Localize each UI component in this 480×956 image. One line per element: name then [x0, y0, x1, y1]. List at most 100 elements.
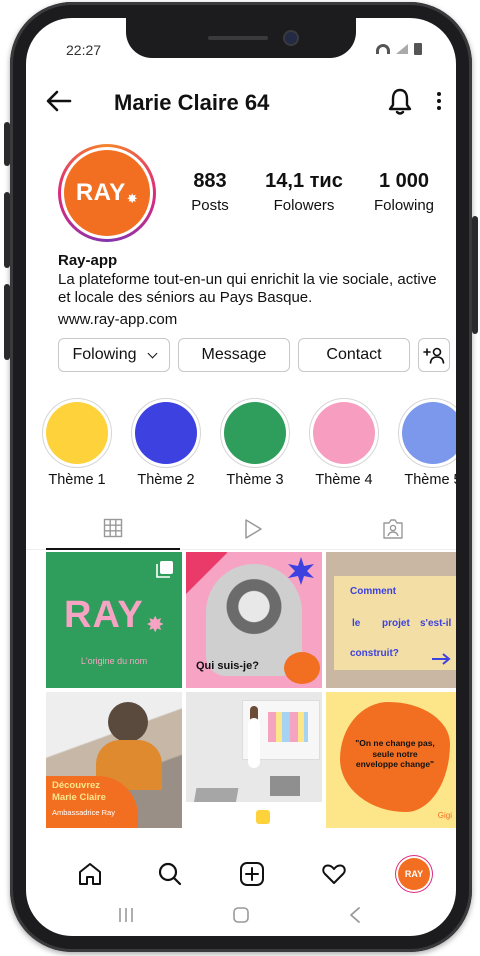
profile-header: Marie Claire 64	[26, 78, 456, 128]
nav-search[interactable]	[150, 854, 190, 894]
wifi-icon	[376, 44, 390, 54]
app-screen: 22:27 Marie Claire 64 RAY ✸ 883 Posts 14…	[26, 18, 456, 936]
bio-name: Ray-app	[58, 252, 118, 269]
notch	[126, 18, 356, 58]
highlight-label: Thème 1	[48, 472, 106, 488]
add-user-icon	[423, 347, 445, 364]
laptop	[270, 776, 300, 796]
post-tile[interactable]: Qui suis-je?	[186, 552, 322, 688]
phone-power-button	[472, 216, 478, 334]
arrow-right-icon	[432, 653, 451, 665]
highlight-item[interactable]: Thème 5	[398, 398, 456, 488]
star-icon: ✸	[146, 612, 165, 637]
bio-link[interactable]: www.ray-app.com	[58, 311, 438, 330]
stat-label: Posts	[191, 197, 229, 214]
stat-followers[interactable]: 14,1 тис Folowers	[254, 170, 354, 214]
highlight-cover	[313, 402, 375, 464]
stat-value: 14,1 тис	[265, 170, 343, 192]
play-icon	[245, 519, 262, 539]
flower-shape	[284, 652, 320, 684]
signal-icon	[396, 44, 408, 54]
multi-post-icon	[156, 561, 173, 578]
post-tile[interactable]	[186, 692, 322, 828]
post-quote: "On ne change pas, seule notre enveloppe…	[355, 738, 435, 769]
nav-create[interactable]	[232, 854, 272, 894]
add-post-icon	[240, 862, 264, 886]
heart-icon	[322, 864, 346, 884]
stat-value: 883	[193, 170, 227, 192]
profile-mini-avatar: RAY	[398, 858, 430, 890]
person-standing	[248, 718, 260, 768]
yellow-mug	[256, 810, 270, 824]
stat-value: 1 000	[378, 170, 430, 192]
nav-activity[interactable]	[314, 854, 354, 894]
highlight-cover	[135, 402, 197, 464]
status-icons	[376, 43, 422, 55]
nav-profile[interactable]: RAY	[394, 854, 434, 894]
speaker	[208, 36, 268, 40]
note-word: le	[352, 618, 361, 629]
tab-reels[interactable]	[186, 508, 320, 550]
highlight-cover	[224, 402, 286, 464]
tab-posts-grid[interactable]	[46, 508, 180, 550]
phone-side-button	[4, 192, 10, 268]
battery-icon	[414, 43, 422, 55]
highlight-ring	[131, 398, 201, 468]
post-caption: Qui suis-je?	[196, 660, 259, 672]
bell-icon[interactable]	[386, 86, 414, 116]
system-nav-bar	[26, 898, 456, 936]
profile-stats: 883 Posts 14,1 тис Folowers 1 000 Folowi…	[166, 170, 456, 214]
stat-posts[interactable]: 883 Posts	[166, 170, 254, 214]
highlight-item[interactable]: Thème 3	[220, 398, 290, 488]
ray-logo: RAY ✸	[64, 150, 150, 236]
contact-label: Contact	[326, 346, 382, 363]
highlight-ring	[220, 398, 290, 468]
recent-apps-icon[interactable]	[118, 906, 134, 924]
highlight-label: Thème 3	[226, 472, 284, 488]
sticky-notes	[268, 712, 308, 742]
note-word: Comment	[350, 586, 397, 597]
stat-following[interactable]: 1 000 Folowing	[354, 170, 454, 214]
add-user-button[interactable]	[418, 338, 450, 372]
home-button-icon[interactable]	[232, 906, 250, 924]
highlight-item[interactable]: Thème 4	[309, 398, 379, 488]
person-silhouette	[108, 702, 148, 742]
post-tile[interactable]: Découvrez Marie Claire Ambassadrice Ray	[46, 692, 182, 828]
nav-home[interactable]	[70, 854, 110, 894]
tab-tagged[interactable]	[326, 508, 456, 550]
bottom-nav: RAY	[26, 846, 456, 902]
post-caption: L'origine du nom	[80, 656, 148, 666]
search-icon	[158, 862, 182, 886]
phone-side-button	[4, 122, 10, 166]
grid-icon	[103, 518, 123, 538]
following-label: Folowing	[72, 346, 137, 363]
tagged-person-icon	[383, 519, 403, 539]
contact-button[interactable]: Contact	[298, 338, 410, 372]
note-word: projet	[382, 618, 410, 629]
post-tile[interactable]: Comment le projet s'est-il construit?	[326, 552, 456, 688]
highlight-ring	[309, 398, 379, 468]
stat-label: Folowers	[273, 197, 335, 214]
phone-frame: 22:27 Marie Claire 64 RAY ✸ 883 Posts 14…	[4, 2, 478, 952]
highlight-label: Thème 5	[404, 472, 456, 488]
profile-avatar[interactable]: RAY ✸	[58, 144, 156, 242]
highlight-label: Thème 4	[315, 472, 373, 488]
post-tile[interactable]: "On ne change pas, seule notre enveloppe…	[326, 692, 456, 828]
post-title: RAY	[64, 594, 144, 636]
story-highlights: Thème 1 Thème 2 Thème 3 Thème 4 Thème 5	[42, 398, 456, 490]
stat-label: Folowing	[373, 197, 435, 214]
back-arrow-icon[interactable]	[44, 86, 74, 116]
highlight-item[interactable]: Thème 1	[42, 398, 112, 488]
post-line3: Ambassadrice Ray	[52, 808, 115, 817]
chevron-down-icon	[147, 348, 157, 358]
post-tile[interactable]: RAY ✸ L'origine du nom	[46, 552, 182, 688]
back-icon[interactable]	[348, 906, 362, 924]
more-options-icon[interactable]	[432, 88, 446, 114]
profile-actions: Folowing Message Contact	[58, 338, 450, 372]
note-word: construit?	[350, 648, 399, 659]
message-button[interactable]: Message	[178, 338, 290, 372]
profile-bio: Ray-app La plateforme tout-en-un qui enr…	[58, 252, 438, 329]
highlight-item[interactable]: Thème 2	[131, 398, 201, 488]
following-button[interactable]: Folowing	[58, 338, 170, 372]
note-word: s'est-il	[420, 618, 452, 629]
